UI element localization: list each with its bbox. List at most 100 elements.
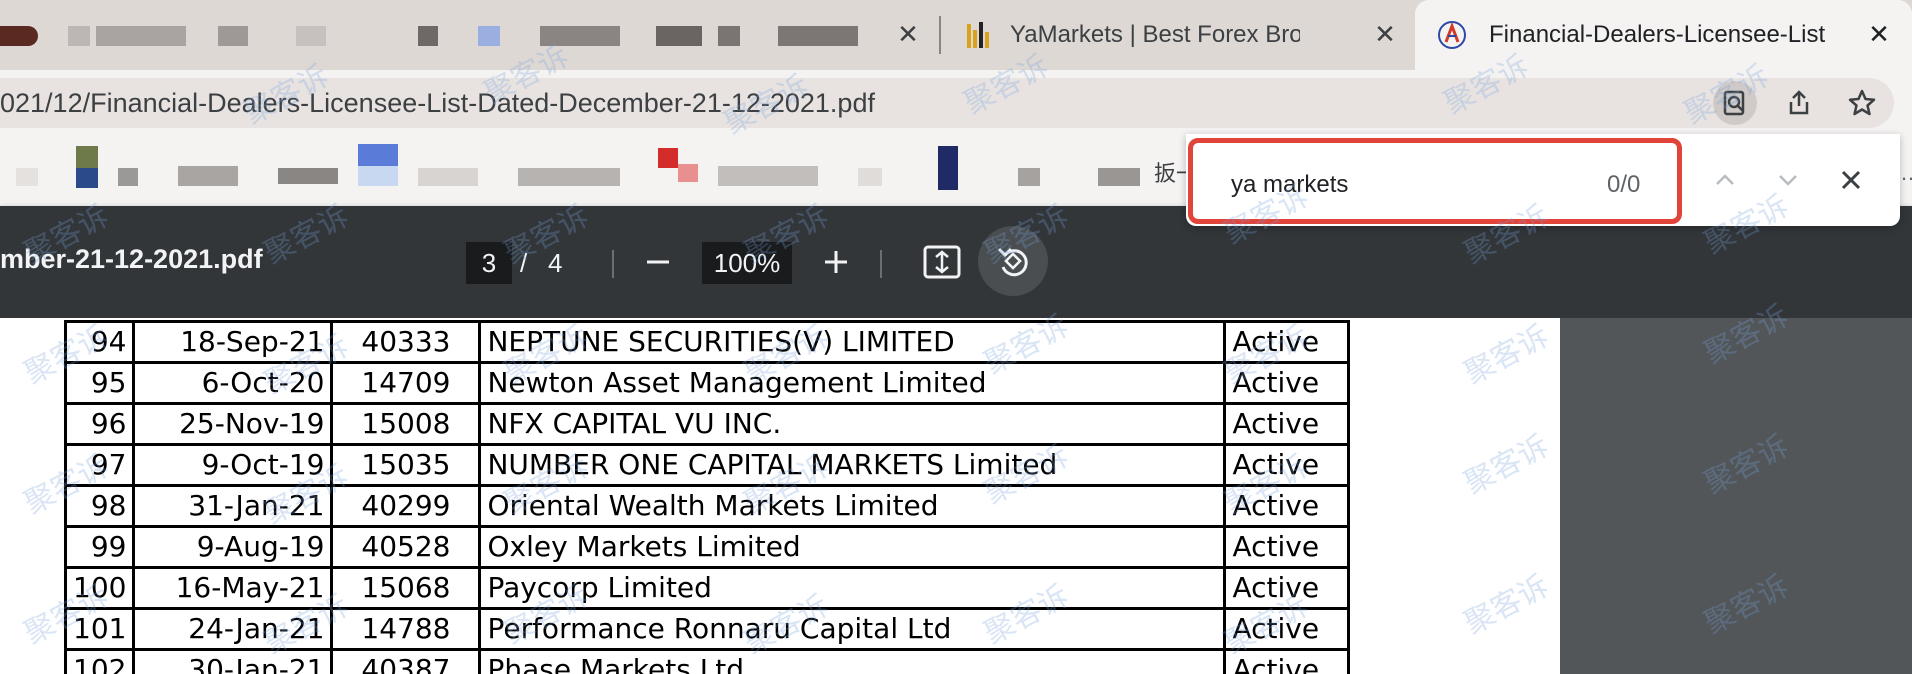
find-input[interactable]: ya markets 0/0: [1188, 138, 1682, 224]
tab-separator: [939, 16, 941, 54]
address-bar[interactable]: 021/12/Financial-Dealers-Licensee-List-D…: [0, 78, 1894, 128]
licence-status: Active: [1223, 402, 1351, 446]
table-row: 102 30-Jan-21 40387 Phase Markets Ltd Active: [63, 648, 1351, 674]
tab-close-icon[interactable]: ✕: [1370, 20, 1400, 50]
row-number: 98: [63, 484, 136, 528]
fit-page-icon: [923, 245, 961, 279]
zoom-out-button[interactable]: [636, 240, 680, 284]
blurred-title: [68, 26, 90, 46]
bookmark-item[interactable]: [1098, 168, 1140, 186]
fit-to-page-button[interactable]: [920, 240, 964, 284]
licence-number: 15035: [330, 443, 482, 487]
plus-icon: [825, 251, 847, 273]
rotate-button[interactable]: [978, 226, 1048, 296]
licensee-name: Paycorp Limited: [478, 566, 1227, 610]
licensee-name: NUMBER ONE CAPITAL MARKETS Limited: [478, 443, 1227, 487]
find-next-button[interactable]: [1768, 160, 1808, 200]
tab-yamarkets[interactable]: YaMarkets | Best Forex Broker | ✕: [950, 0, 1410, 70]
bookmark-favicon: [358, 144, 398, 166]
licence-number: 14788: [330, 607, 482, 651]
row-number: 94: [63, 320, 136, 364]
pdf-viewer[interactable]: 94 18-Sep-21 40333 NEPTUNE SECURITIES(V) LI…: [0, 318, 1912, 674]
share-icon[interactable]: [1777, 81, 1821, 125]
toolbar-divider: [880, 250, 882, 278]
page-number-input[interactable]: 3: [466, 242, 512, 284]
row-number: 100: [63, 566, 136, 610]
chevron-down-icon: [1779, 175, 1797, 186]
zoom-level-input[interactable]: 100%: [702, 242, 792, 284]
blurred-title: [96, 26, 186, 46]
tab-title: YaMarkets | Best Forex Broker |: [1010, 21, 1300, 48]
row-number: 96: [63, 402, 136, 446]
url-text: 021/12/Financial-Dealers-Licensee-List-D…: [0, 88, 875, 118]
licence-date: 25-Nov-19: [132, 402, 334, 446]
bookmark-favicon: [938, 146, 958, 190]
licence-status: Active: [1223, 361, 1351, 405]
blurred-title: [656, 26, 702, 46]
find-bar: ya markets 0/0: [1186, 134, 1900, 226]
licence-status: Active: [1223, 566, 1351, 610]
licence-date: 16-May-21: [132, 566, 334, 610]
bookmark-favicon: [658, 148, 678, 168]
licensee-table: 94 18-Sep-21 40333 NEPTUNE SECURITIES(V) LI…: [63, 320, 1351, 674]
licence-date: 24-Jan-21: [132, 607, 334, 651]
licence-date: 31-Jan-21: [132, 484, 334, 528]
bookmark-item[interactable]: [1018, 168, 1040, 186]
table-row: 95 6-Oct-20 14709 Newton Asset Management L…: [63, 361, 1351, 405]
licence-date: 9-Aug-19: [132, 525, 334, 569]
table-row: 101 24-Jan-21 14788 Performance Ronnaru Cap…: [63, 607, 1351, 651]
close-icon: [1841, 170, 1861, 190]
find-query: ya markets: [1231, 171, 1349, 198]
browser-toolbar: 021/12/Financial-Dealers-Licensee-List-D…: [0, 70, 1912, 136]
blurred-favicon: [0, 26, 38, 46]
bookmark-item[interactable]: [118, 168, 138, 186]
licence-status: Active: [1223, 443, 1351, 487]
row-number: 102: [63, 648, 136, 674]
bookmark-item[interactable]: [718, 166, 818, 186]
licence-status: Active: [1223, 648, 1351, 674]
bookmark-favicon: [76, 168, 98, 188]
tab-close-icon[interactable]: ✕: [893, 20, 923, 50]
blurred-title: [718, 26, 740, 46]
tab-active-licensee-list[interactable]: Financial-Dealers-Licensee-List ✕: [1415, 0, 1912, 76]
find-previous-button[interactable]: [1705, 160, 1745, 200]
tab-title: Financial-Dealers-Licensee-List: [1489, 21, 1826, 48]
bookmark-favicon: [358, 166, 398, 186]
vfsc-favicon-icon: [1438, 21, 1466, 49]
yamarkets-favicon-icon: [967, 22, 989, 48]
table-row: 97 9-Oct-19 15035 NUMBER ONE CAPITAL MARKET…: [63, 443, 1351, 487]
bookmark-item[interactable]: [418, 168, 478, 186]
zoom-page-icon[interactable]: [1713, 81, 1757, 125]
licence-date: 6-Oct-20: [132, 361, 334, 405]
table-row: 100 16-May-21 15068 Paycorp Limited Active: [63, 566, 1351, 610]
blurred-title: [296, 26, 326, 46]
licence-number: 40528: [330, 525, 482, 569]
row-number: 97: [63, 443, 136, 487]
find-close-button[interactable]: [1831, 160, 1871, 200]
licence-number: 40299: [330, 484, 482, 528]
licence-number: 40387: [330, 648, 482, 674]
bookmark-item[interactable]: [858, 168, 882, 186]
licence-status: Active: [1223, 484, 1351, 528]
bookmark-star-icon[interactable]: [1840, 81, 1884, 125]
table-row: 99 9-Aug-19 40528 Oxley Markets Limited Acti…: [63, 525, 1351, 569]
page-total: 4: [548, 248, 563, 278]
bookmark-item[interactable]: [178, 166, 238, 186]
licence-date: 9-Oct-19: [132, 443, 334, 487]
licensee-name: Phase Markets Ltd: [478, 648, 1227, 674]
bookmark-item[interactable]: [278, 168, 338, 184]
licence-status: Active: [1223, 525, 1351, 569]
zoom-in-button[interactable]: [814, 240, 858, 284]
find-match-count: 0/0: [1607, 171, 1641, 198]
blurred-title: [478, 26, 500, 46]
bookmark-item[interactable]: [16, 168, 38, 186]
blurred-title: [218, 26, 248, 46]
bookmark-item[interactable]: [518, 168, 620, 186]
table-row: 98 31-Jan-21 40299 Oriental Wealth Markets …: [63, 484, 1351, 528]
licensee-name: Performance Ronnaru Capital Ltd: [478, 607, 1227, 651]
rotate-icon: [997, 247, 1028, 277]
tab-close-icon[interactable]: ✕: [1864, 20, 1894, 50]
licensee-name: NEPTUNE SECURITIES(V) LIMITED: [478, 320, 1227, 364]
tab-blurred[interactable]: ✕: [0, 0, 940, 70]
more-icon[interactable]: …: [1900, 160, 1912, 186]
